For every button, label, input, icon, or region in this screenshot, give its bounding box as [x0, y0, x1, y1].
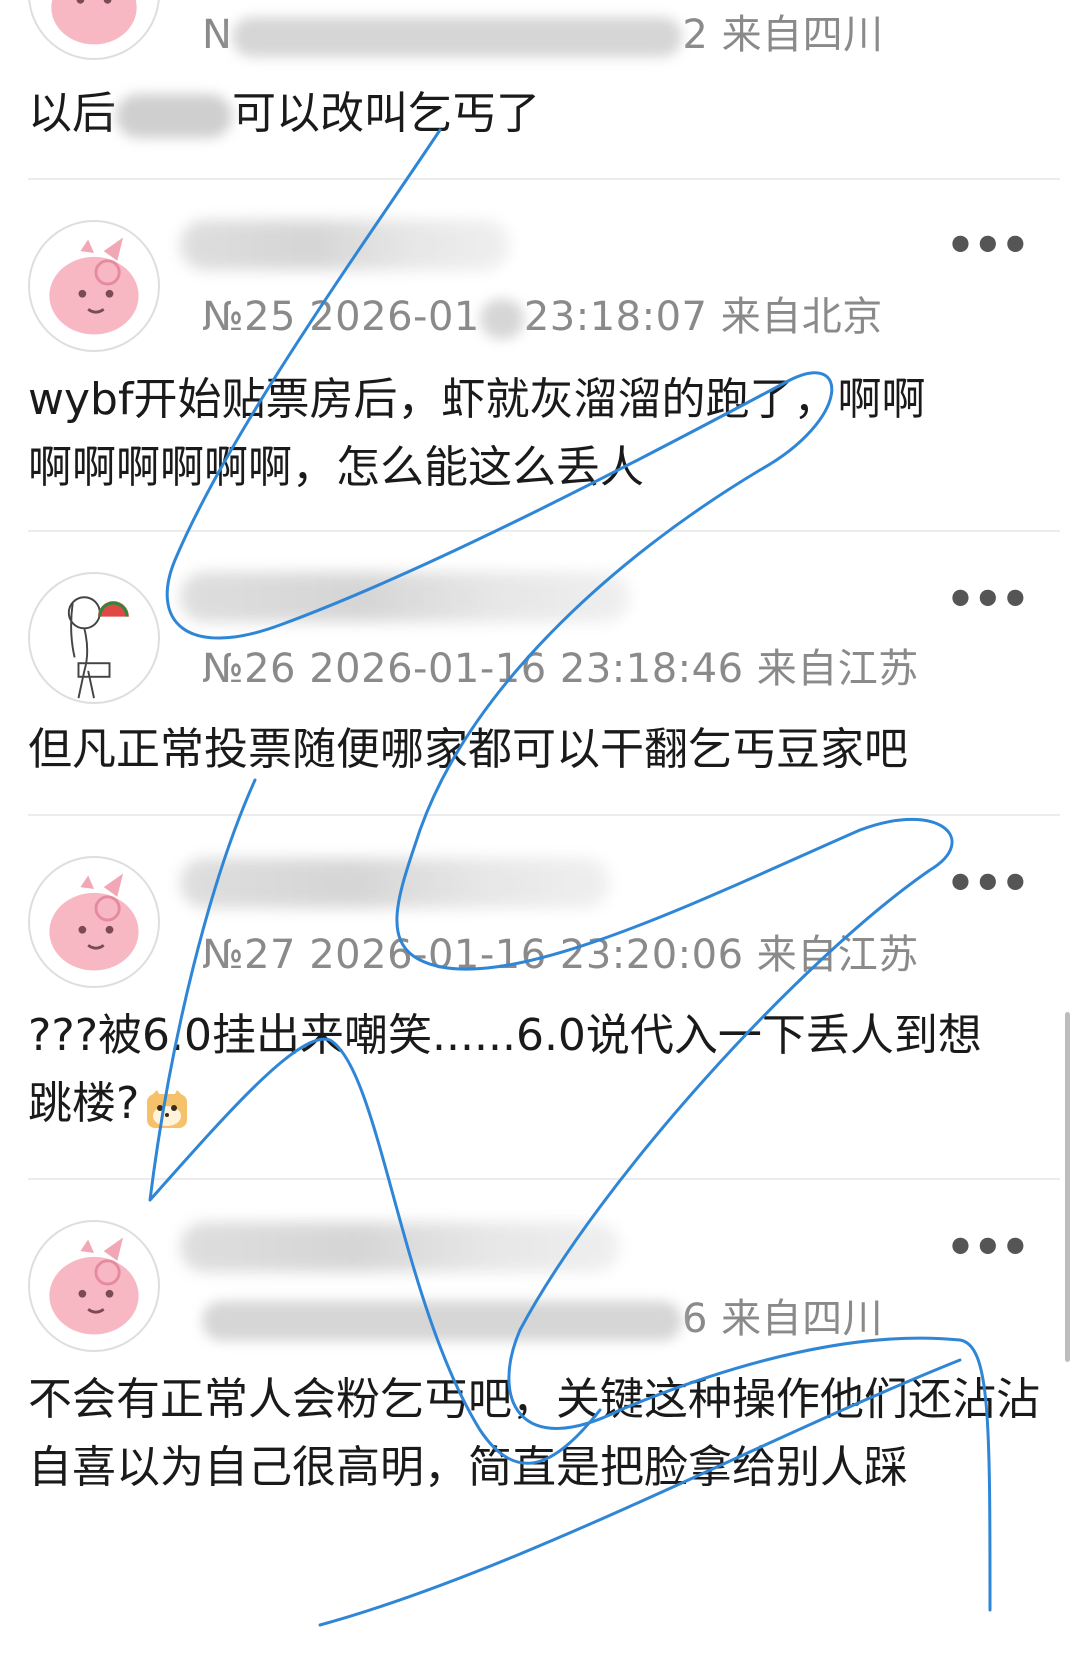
comment-time: 23:18:07: [523, 294, 708, 340]
blurred-username[interactable]: [180, 572, 630, 622]
comment-meta: №27 2026-01-16 23:20:06 来自江苏: [202, 922, 919, 980]
blurred-text: [116, 94, 232, 138]
comment-location: 来自四川: [721, 1296, 884, 1342]
comment-time: 6: [682, 1296, 708, 1342]
comment-text-part: 以后: [28, 88, 116, 139]
comment-text[interactable]: ???被6.0挂出来嘲笑......6.0说代入一下丢人到想跳楼?: [28, 1002, 988, 1138]
comment-text[interactable]: 以后 可以改叫乞丐了: [28, 80, 1058, 148]
comment-date: 2026-01: [309, 294, 480, 340]
comment-meta: №25 2026-01 23:18:07 来自北京: [202, 284, 883, 342]
comment-text[interactable]: 但凡正常投票随便哪家都可以干翻乞丐豆家吧: [28, 716, 1058, 784]
sketch-person-avatar-icon: [67, 596, 129, 699]
avatar[interactable]: [28, 1220, 160, 1352]
comment-date: 2026-01-16 23:18:46: [309, 646, 744, 692]
comment-meta: №26 2026-01-16 23:18:46 来自江苏: [202, 636, 919, 694]
comment-location: 来自江苏: [756, 932, 919, 978]
floor-number: №26: [202, 646, 296, 692]
comment-meta: N 2 来自四川: [202, 2, 884, 60]
blurred-username[interactable]: [180, 220, 510, 270]
divider: [28, 1178, 1060, 1180]
comment-text[interactable]: 不会有正常人会粉乞丐吧，关键这种操作他们还沾沾自喜以为自己很高明，简直是把脸拿给…: [28, 1366, 1058, 1502]
pink-creature-avatar-icon: [49, 237, 139, 335]
avatar[interactable]: [28, 220, 160, 352]
comment-text-part: 可以改叫乞丐了: [232, 88, 540, 139]
pink-creature-avatar-icon: [49, 873, 139, 971]
pink-creature-avatar-icon: [51, 0, 137, 45]
avatar[interactable]: [28, 856, 160, 988]
blurred-username[interactable]: [180, 858, 610, 908]
divider: [28, 814, 1060, 816]
pink-creature-avatar-icon: [49, 1237, 139, 1335]
blurred-meta: [479, 299, 524, 339]
more-options-icon[interactable]: •••: [946, 572, 1030, 626]
more-options-icon[interactable]: •••: [946, 856, 1030, 910]
divider: [28, 530, 1060, 532]
floor-number: №25: [202, 294, 296, 340]
blurred-username[interactable]: [180, 1222, 620, 1272]
more-options-icon[interactable]: •••: [946, 218, 1030, 272]
comment-text[interactable]: wybf开始贴票房后，虾就灰溜溜的跑了，啊啊啊啊啊啊啊啊，怎么能这么丢人: [28, 366, 968, 502]
more-options-icon[interactable]: •••: [946, 1220, 1030, 1274]
comment-date: 2026-01-16 23:20:06: [309, 932, 744, 978]
blurred-meta: [202, 1301, 682, 1341]
comment-location: 来自北京: [720, 294, 883, 340]
avatar[interactable]: [28, 0, 160, 60]
comment-location: 来自江苏: [756, 646, 919, 692]
scrollbar[interactable]: [1065, 1012, 1070, 1362]
floor-number: N: [202, 12, 233, 58]
comment-time: 2: [682, 12, 709, 58]
floor-number: №27: [202, 932, 296, 978]
shiba-emoji-icon: [145, 1084, 189, 1128]
divider: [28, 178, 1060, 180]
blurred-meta: [232, 17, 683, 57]
avatar[interactable]: [28, 572, 160, 704]
comment-location: 来自四川: [721, 12, 884, 58]
comment-meta: 6 来自四川: [202, 1286, 883, 1344]
